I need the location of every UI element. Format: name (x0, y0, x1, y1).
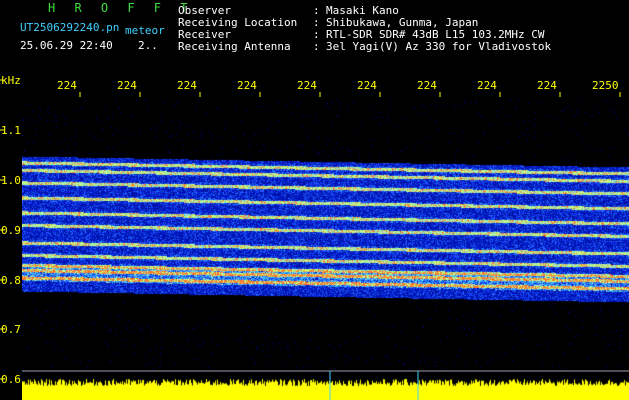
antenna-label: Receiving Antenna (178, 40, 291, 53)
x-tick-label: 224 (537, 79, 557, 92)
x-tick-label: 224 (237, 79, 257, 92)
x-tick-label: 2250 (592, 79, 619, 92)
y-axis-unit: kHz (1, 74, 21, 87)
noise-floor-strip (22, 371, 629, 400)
x-tick-label: 224 (57, 79, 77, 92)
x-tick-label: 224 (417, 79, 437, 92)
app-title: H R O F F T (48, 1, 194, 15)
x-tick-label: 224 (477, 79, 497, 92)
x-tick-label: 224 (177, 79, 197, 92)
spectrogram-waterfall (22, 100, 629, 370)
file-name-suffix: meteor (125, 24, 165, 37)
capture-datetime: 25.06.29 22:40 (20, 39, 113, 52)
file-name: UT2506292240.pn (20, 21, 120, 34)
capture-extra: 2.. (138, 39, 158, 52)
x-tick-label: 224 (357, 79, 377, 92)
x-tick-label: 224 (297, 79, 317, 92)
y-tick-label-0-7: 0.7 (1, 323, 21, 336)
y-tick-label-1-0: 1.0 (1, 174, 21, 187)
y-tick-label-1-1: 1.1 (1, 124, 21, 137)
y-tick-label-0-9: 0.9 (1, 224, 21, 237)
spectrogram-window: H R O F F T UT2506292240.pn meteor 25.06… (0, 0, 629, 400)
y-tick-label-0-8: 0.8 (1, 274, 21, 287)
y-tick-label-0-6: 0.6 (1, 373, 21, 386)
antenna-colon: : (313, 40, 320, 53)
antenna-value: 3el Yagi(V) Az 330 for Vladivostok (326, 40, 552, 53)
x-tick-label: 224 (117, 79, 137, 92)
